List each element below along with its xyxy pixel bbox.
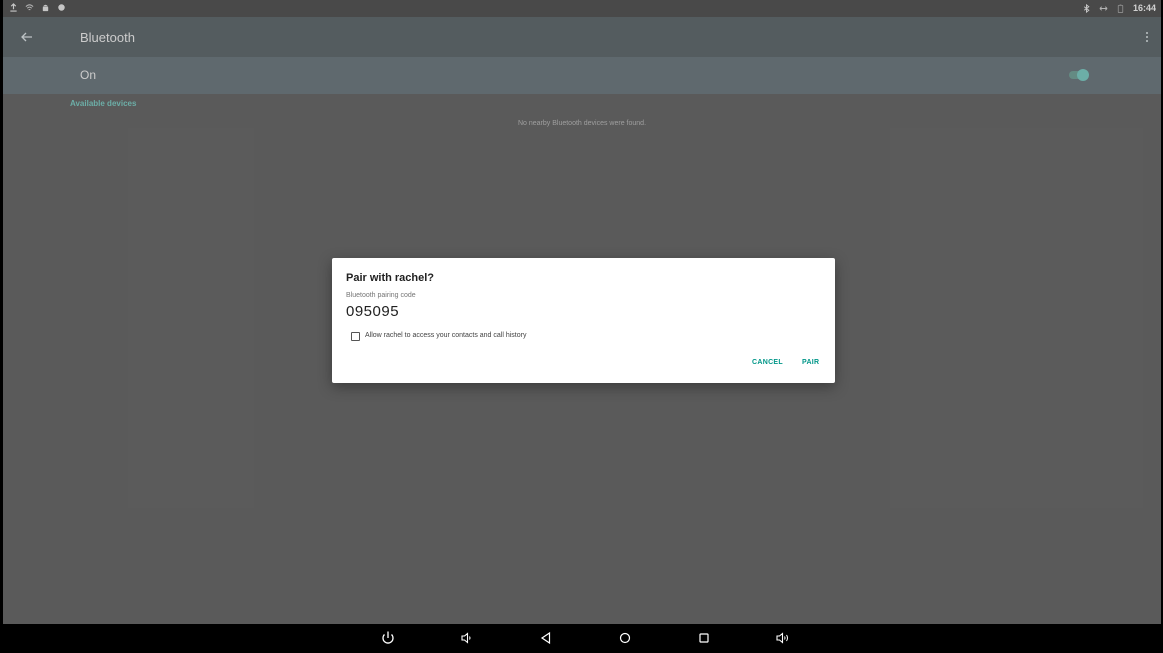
navigation-bar (3, 624, 1161, 653)
screen: 16:44 Bluetooth On Available devices No … (3, 0, 1161, 653)
pairing-code-label: Bluetooth pairing code (346, 292, 416, 299)
pairing-dialog: Pair with rachel? Bluetooth pairing code… (332, 258, 835, 383)
back-icon[interactable] (537, 629, 555, 647)
volume-down-icon[interactable] (458, 629, 476, 647)
contacts-access-checkbox[interactable] (351, 332, 360, 341)
home-icon[interactable] (616, 629, 634, 647)
contacts-access-label[interactable]: Allow rachel to access your contacts and… (365, 332, 526, 339)
pairing-code-value: 095095 (346, 303, 400, 320)
dialog-title: Pair with rachel? (346, 272, 435, 284)
recents-icon[interactable] (695, 629, 713, 647)
volume-up-icon[interactable] (774, 629, 792, 647)
cancel-button[interactable]: CANCEL (752, 359, 783, 366)
power-icon[interactable] (379, 629, 397, 647)
pair-button[interactable]: PAIR (802, 359, 819, 366)
